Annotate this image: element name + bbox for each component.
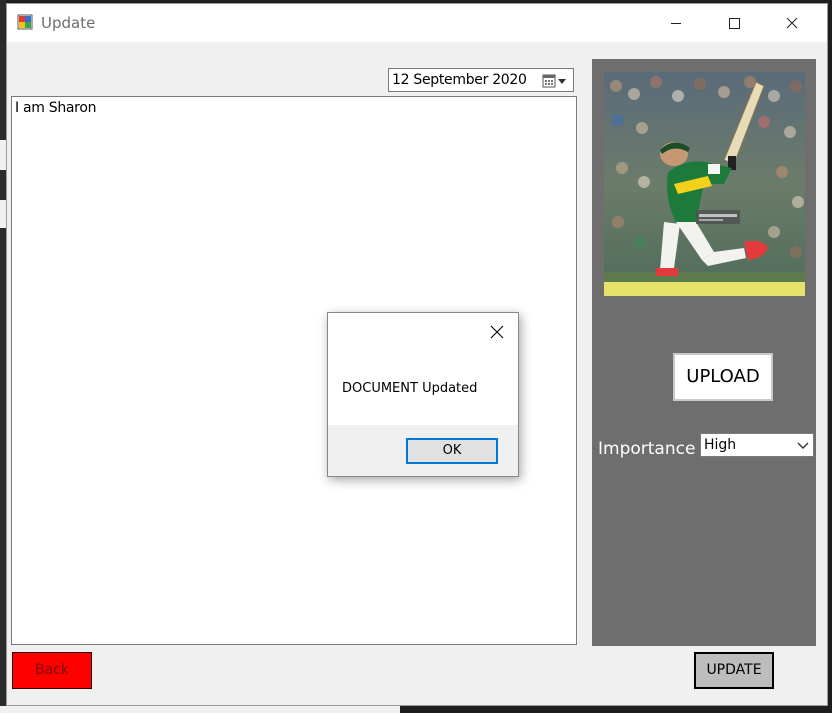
ok-button[interactable]: OK <box>406 438 498 464</box>
app-icon <box>17 14 33 30</box>
minimize-icon <box>671 23 681 24</box>
upload-button[interactable]: UPLOAD <box>673 353 773 401</box>
update-button[interactable]: UPDATE <box>694 652 774 689</box>
maximize-icon <box>729 18 740 29</box>
title-bar[interactable]: Update <box>7 4 827 42</box>
dialog-message: DOCUMENT Updated <box>342 381 478 396</box>
date-picker[interactable]: 12 September 2020 <box>388 68 574 92</box>
dialog-footer: OK <box>328 425 518 476</box>
minimize-button[interactable] <box>647 4 705 42</box>
window-title: Update <box>41 14 96 32</box>
maximize-button[interactable] <box>705 4 763 42</box>
cricket-player-image <box>604 72 805 296</box>
description-text: I am Sharon <box>15 100 97 116</box>
close-icon <box>786 17 798 29</box>
date-value: 12 September 2020 <box>392 72 527 88</box>
right-panel: UPLOAD Importance High <box>592 59 816 646</box>
background-window-edge <box>0 706 400 713</box>
importance-label: Importance <box>598 439 696 459</box>
calendar-dropdown-icon[interactable] <box>542 74 572 88</box>
message-dialog: DOCUMENT Updated OK <box>327 312 519 477</box>
back-button[interactable]: Back <box>12 652 92 689</box>
chevron-down-icon <box>797 442 809 449</box>
importance-select[interactable]: High <box>700 433 814 457</box>
close-icon[interactable] <box>488 323 506 341</box>
importance-value: High <box>704 437 737 453</box>
document-photo <box>604 72 805 296</box>
close-button[interactable] <box>763 4 821 42</box>
